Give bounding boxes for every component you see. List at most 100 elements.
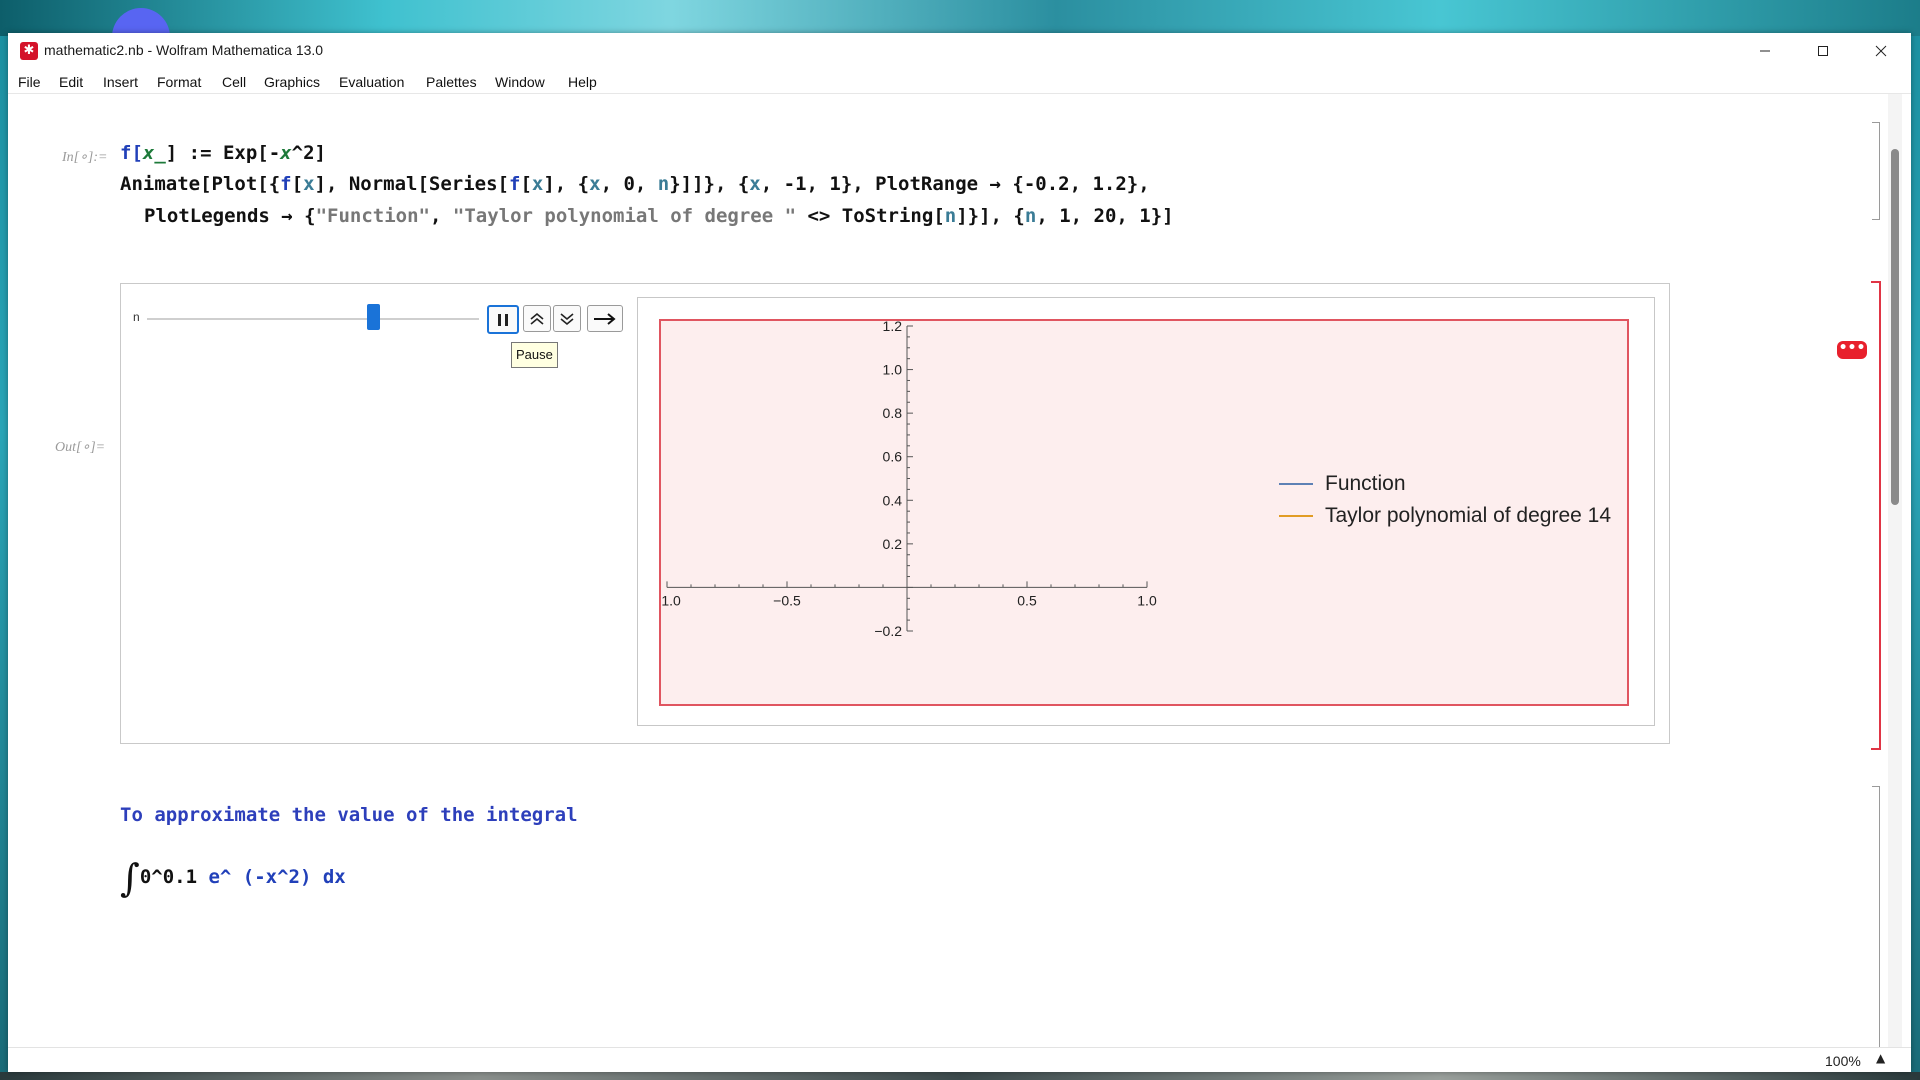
desktop-wallpaper-bottom xyxy=(0,1072,1920,1080)
y-tick-label: 0.4 xyxy=(883,492,903,508)
code-token: x xyxy=(589,173,601,195)
input-cell-bracket[interactable] xyxy=(1872,122,1880,220)
y-tick-label: 1.2 xyxy=(883,321,903,334)
code-token: x xyxy=(531,173,544,195)
close-icon xyxy=(1875,45,1887,57)
input-cell-label: In[∘]:= xyxy=(62,150,108,165)
legend-swatch-taylor xyxy=(1279,515,1313,517)
y-tick-label: 0.6 xyxy=(883,449,903,465)
code-token: , 1, 20, 1}] xyxy=(1036,205,1174,227)
x-tick-label: −1.0 xyxy=(661,592,681,608)
pause-icon xyxy=(498,313,508,326)
code-token: ], Normal[Series[ xyxy=(314,173,509,195)
code-token: f xyxy=(280,173,292,195)
code-token: ^2] xyxy=(291,142,326,164)
messages-badge[interactable]: ••• xyxy=(1837,341,1867,359)
desktop-wallpaper xyxy=(0,0,1920,36)
code-token: , 0, xyxy=(600,173,658,195)
chevron-double-down-icon xyxy=(560,312,574,325)
code-token: x xyxy=(280,142,292,164)
minimize-icon xyxy=(1760,50,1770,52)
integral-cell[interactable]: ∫0^0.1 e^ (-x^2) dx xyxy=(120,856,346,900)
title-bar: ✱ mathematic2.nb - Wolfram Mathematica 1… xyxy=(8,33,1911,69)
menu-insert[interactable]: Insert xyxy=(103,74,138,90)
code-token: , -1, 1}, PlotRange → {-0.2, 1.2}, xyxy=(760,173,1150,195)
y-tick-label: 0.2 xyxy=(883,536,903,552)
mathematica-window: ✱ mathematic2.nb - Wolfram Mathematica 1… xyxy=(8,33,1911,1072)
plot-frame: −1.0 −0.5 0.5 1.0 1.2 1.0 0.8 0.6 0.4 0.2 −0.2 Fun… xyxy=(637,297,1655,726)
notebook-area: In[∘]:= f[x_] := Exp[-x^2] Animate[Plot[… xyxy=(8,94,1881,1072)
maximize-button[interactable] xyxy=(1794,33,1852,69)
close-button[interactable] xyxy=(1852,33,1910,69)
animator-slider-track[interactable] xyxy=(147,318,479,320)
status-bar: 100% ▲ xyxy=(8,1047,1911,1072)
scrollbar-thumb[interactable] xyxy=(1891,149,1899,505)
pause-tooltip: Pause xyxy=(511,342,558,368)
code-token: ]}], { xyxy=(956,205,1025,227)
pause-button[interactable] xyxy=(487,305,519,334)
menu-format[interactable]: Format xyxy=(157,74,201,90)
output-cell-label: Out[∘]= xyxy=(55,440,106,455)
code-token: ], { xyxy=(543,173,590,195)
direction-button[interactable] xyxy=(587,305,623,332)
input-line-3[interactable]: PlotLegends → {"Function", "Taylor polyn… xyxy=(144,205,1174,227)
menu-cell[interactable]: Cell xyxy=(222,74,246,90)
code-token: ] := Exp[- xyxy=(165,142,281,164)
code-token: }]]}, { xyxy=(669,173,750,195)
code-token: , xyxy=(429,205,453,227)
menu-graphics[interactable]: Graphics xyxy=(264,74,320,90)
slower-button[interactable] xyxy=(553,305,581,332)
x-tick-label: 1.0 xyxy=(1137,592,1157,608)
menu-bar: File Edit Insert Format Cell Graphics Ev… xyxy=(8,69,1911,95)
code-token: x xyxy=(749,173,761,195)
legend-label-function: Function xyxy=(1325,472,1406,495)
menu-palettes[interactable]: Palettes xyxy=(426,74,477,90)
code-token: "Function" xyxy=(315,205,430,227)
integral-limits: 0^0.1 xyxy=(139,866,198,888)
legend-label-taylor: Taylor polynomial of degree 14 xyxy=(1325,504,1612,527)
faster-button[interactable] xyxy=(523,305,551,332)
legend-entry-taylor: Taylor polynomial of degree 14 xyxy=(1279,504,1611,528)
zoom-level[interactable]: 100% xyxy=(1825,1053,1861,1069)
code-token: f[ xyxy=(120,142,143,164)
code-token: n xyxy=(1024,205,1037,227)
menu-file[interactable]: File xyxy=(18,74,41,90)
animate-output: n Pause −1.0 −0.5 0.5 1.0 1.2 1.0 0.8 0.6 0.4 0.2… xyxy=(120,283,1670,744)
code-token: f xyxy=(508,173,521,195)
output-cell-bracket[interactable] xyxy=(1871,281,1881,750)
code-token: n xyxy=(944,205,957,227)
window-title: mathematic2.nb - Wolfram Mathematica 13.… xyxy=(44,42,324,58)
code-token: <> ToString[ xyxy=(796,205,945,227)
integral-icon: ∫ xyxy=(120,856,140,900)
text-cell[interactable]: To approximate the value of the integral xyxy=(120,804,578,826)
input-line-1[interactable]: f[x_] := Exp[-x^2] xyxy=(120,142,326,164)
chevron-double-up-icon xyxy=(530,312,544,325)
y-tick-label: 1.0 xyxy=(883,362,903,378)
legend-swatch-function xyxy=(1279,483,1313,485)
x-tick-label: −0.5 xyxy=(773,592,801,608)
code-token: n xyxy=(657,173,670,195)
vertical-scrollbar[interactable] xyxy=(1888,94,1902,1060)
plot-area[interactable]: −1.0 −0.5 0.5 1.0 1.2 1.0 0.8 0.6 0.4 0.2 −0.2 Fun… xyxy=(659,319,1629,706)
menu-help[interactable]: Help xyxy=(568,74,597,90)
input-line-2[interactable]: Animate[Plot[{f[x], Normal[Series[f[x], … xyxy=(120,173,1150,195)
mathematica-logo-icon: ✱ xyxy=(20,42,38,60)
code-token: Animate[Plot[{ xyxy=(120,173,281,195)
menu-window[interactable]: Window xyxy=(495,74,545,90)
maximize-icon xyxy=(1818,46,1828,56)
code-token: x xyxy=(303,173,315,195)
animator-slider-thumb[interactable] xyxy=(366,304,380,330)
zoom-up-icon[interactable]: ▲ xyxy=(1876,1051,1885,1065)
code-token: PlotLegends → { xyxy=(144,205,316,227)
menu-edit[interactable]: Edit xyxy=(59,74,83,90)
code-token: x_ xyxy=(142,142,166,164)
code-token: "Taylor polynomial of degree " xyxy=(452,205,797,227)
arrow-right-icon xyxy=(594,312,616,325)
minimize-button[interactable] xyxy=(1736,33,1794,69)
menu-evaluation[interactable]: Evaluation xyxy=(339,74,404,90)
integral-expression: e^ (-x^2) dx xyxy=(197,866,346,888)
y-tick-label: 0.8 xyxy=(883,405,903,421)
y-tick-label: −0.2 xyxy=(874,623,902,639)
animator-variable-label: n xyxy=(133,310,140,324)
text-cell-bracket[interactable] xyxy=(1872,786,1880,1072)
